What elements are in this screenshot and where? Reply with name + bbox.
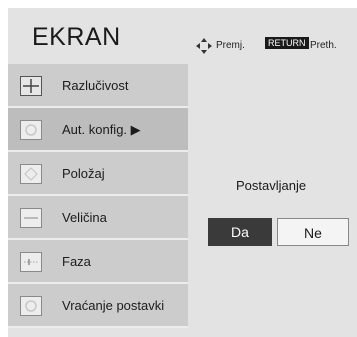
menu-item-auto-config[interactable]: Aut. konfig. ▶ [8,108,188,152]
no-button[interactable]: Ne [277,218,349,246]
settings-menu: Razlučivost Aut. konfig. ▶ Položaj Velič… [8,64,188,328]
menu-item-phase[interactable]: Faza [8,240,188,284]
menu-item-reset[interactable]: Vraćanje postavki [8,284,188,328]
phase-icon [20,252,42,272]
menu-item-size[interactable]: Veličina [8,196,188,240]
menu-item-label: Razlučivost [62,78,129,93]
size-icon [20,208,42,228]
move-hint-label: Premj. [216,40,245,51]
menu-item-label: Vraćanje postavki [62,298,165,313]
menu-item-label: Položaj [62,166,105,181]
page-title: EKRAN [32,23,121,51]
reset-icon [20,296,42,316]
menu-item-label: Aut. konfig. ▶ [62,122,141,137]
position-icon [20,164,42,184]
return-hint-label: Preth. [310,40,337,51]
menu-item-label: Veličina [62,210,107,225]
auto-config-icon [20,120,42,140]
return-badge: RETURN [265,37,309,49]
resolution-icon [20,76,42,96]
menu-item-resolution[interactable]: Razlučivost [8,64,188,108]
auto-config-panel: Postavljanje Da Ne [188,64,357,337]
panel-title: Postavljanje [236,178,307,193]
header: EKRAN Premj. RETURN Preth. [8,8,357,64]
menu-item-label: Faza [62,254,91,269]
move-arrows-icon [196,38,212,57]
screen-settings-window: EKRAN Premj. RETURN Preth. Razlučivost A… [8,8,357,337]
menu-item-position[interactable]: Položaj [8,152,188,196]
yes-button[interactable]: Da [208,218,272,246]
